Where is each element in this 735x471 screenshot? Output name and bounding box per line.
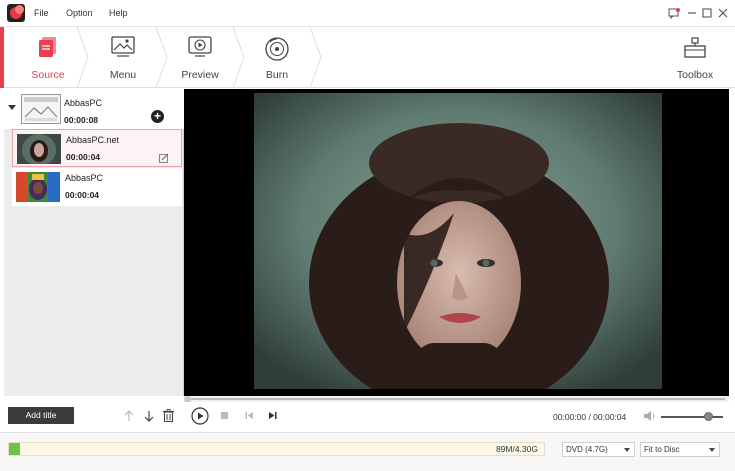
title-bar: File Option Help: [0, 0, 735, 27]
disc-status-bar: 89M/4.30G DVD (4.7G) Fit to Disc: [0, 432, 735, 471]
title-group[interactable]: AbbasPC 00:00:08 +: [4, 89, 184, 129]
monitor-play-icon: [188, 36, 212, 60]
title-name: AbbasPC: [64, 98, 103, 108]
step-menu-label: Menu: [109, 69, 137, 81]
toolbox-button[interactable]: Toolbox: [655, 27, 735, 88]
disc-usage-bar: 89M/4.30G: [8, 442, 545, 456]
disc-usage-fill: [9, 443, 20, 455]
clip-thumbnail: [16, 172, 60, 202]
chevron-down-icon: [624, 448, 630, 452]
close-icon[interactable]: [716, 6, 730, 20]
clip-thumbnail: [17, 134, 61, 164]
next-frame-icon[interactable]: [268, 411, 277, 422]
menu-option[interactable]: Option: [66, 8, 93, 18]
clip-name: AbbasPC: [65, 173, 104, 183]
fit-mode-value: Fit to Disc: [644, 445, 680, 454]
volume-slider[interactable]: [661, 416, 723, 418]
source-list-pane: AbbasPC 00:00:08 + AbbasPC.net 00:00:04 …: [4, 89, 184, 396]
disc-type-select[interactable]: DVD (4.7G): [562, 442, 635, 457]
delete-icon[interactable]: [163, 409, 174, 424]
collapse-arrow-icon[interactable]: [8, 105, 16, 110]
clip-duration: 00:00:04: [65, 190, 100, 200]
move-up-icon[interactable]: [124, 410, 134, 424]
playback-timecode: 00:00:00 / 00:00:04: [553, 412, 627, 422]
active-step-indicator: [0, 27, 4, 88]
clip-duration: 00:00:04: [66, 152, 101, 162]
step-preview-label: Preview: [181, 69, 219, 81]
video-preview[interactable]: [184, 89, 729, 396]
image-menu-icon: [111, 36, 135, 60]
step-menu[interactable]: Menu: [83, 27, 163, 88]
chevron-down-icon: [709, 448, 715, 452]
seek-track: [188, 398, 725, 400]
toolbox-label: Toolbox: [676, 69, 714, 81]
clip-item[interactable]: AbbasPC 00:00:04: [12, 168, 182, 206]
source-file-icon: [38, 36, 58, 60]
fit-mode-select[interactable]: Fit to Disc: [640, 442, 720, 457]
title-duration: 00:00:08: [64, 115, 99, 125]
previous-frame-icon[interactable]: [245, 411, 254, 422]
disc-usage-text: 89M/4.30G: [495, 444, 538, 454]
toolbox-icon: [683, 36, 707, 62]
minimize-icon[interactable]: [685, 6, 699, 20]
menu-help[interactable]: Help: [109, 8, 128, 18]
preview-frame: [254, 93, 662, 389]
step-toolbar: Source Menu Preview Burn Toolbox: [0, 27, 735, 88]
play-icon[interactable]: [191, 407, 209, 427]
move-down-icon[interactable]: [144, 410, 154, 424]
clip-name: AbbasPC.net: [66, 135, 120, 145]
volume-handle[interactable]: [704, 412, 713, 421]
step-divider: [309, 27, 322, 88]
disc-burn-icon: [264, 36, 290, 64]
add-title-button[interactable]: Add title: [8, 407, 74, 424]
add-clip-button[interactable]: +: [151, 110, 164, 123]
stop-icon[interactable]: [220, 411, 229, 422]
clip-item[interactable]: AbbasPC.net 00:00:04: [12, 129, 182, 167]
maximize-icon[interactable]: [700, 6, 714, 20]
step-preview[interactable]: Preview: [160, 27, 240, 88]
edit-icon[interactable]: [159, 153, 169, 163]
app-logo: [7, 4, 25, 22]
menu-file[interactable]: File: [34, 8, 49, 18]
disc-type-value: DVD (4.7G): [566, 445, 608, 454]
volume-icon[interactable]: [643, 410, 656, 424]
title-thumbnail: [21, 94, 61, 124]
step-burn-label: Burn: [265, 69, 289, 81]
message-icon[interactable]: [667, 6, 681, 20]
player-controls: Add title 00:00:00 / 00:00:04: [0, 402, 735, 432]
step-burn[interactable]: Burn: [237, 27, 317, 88]
